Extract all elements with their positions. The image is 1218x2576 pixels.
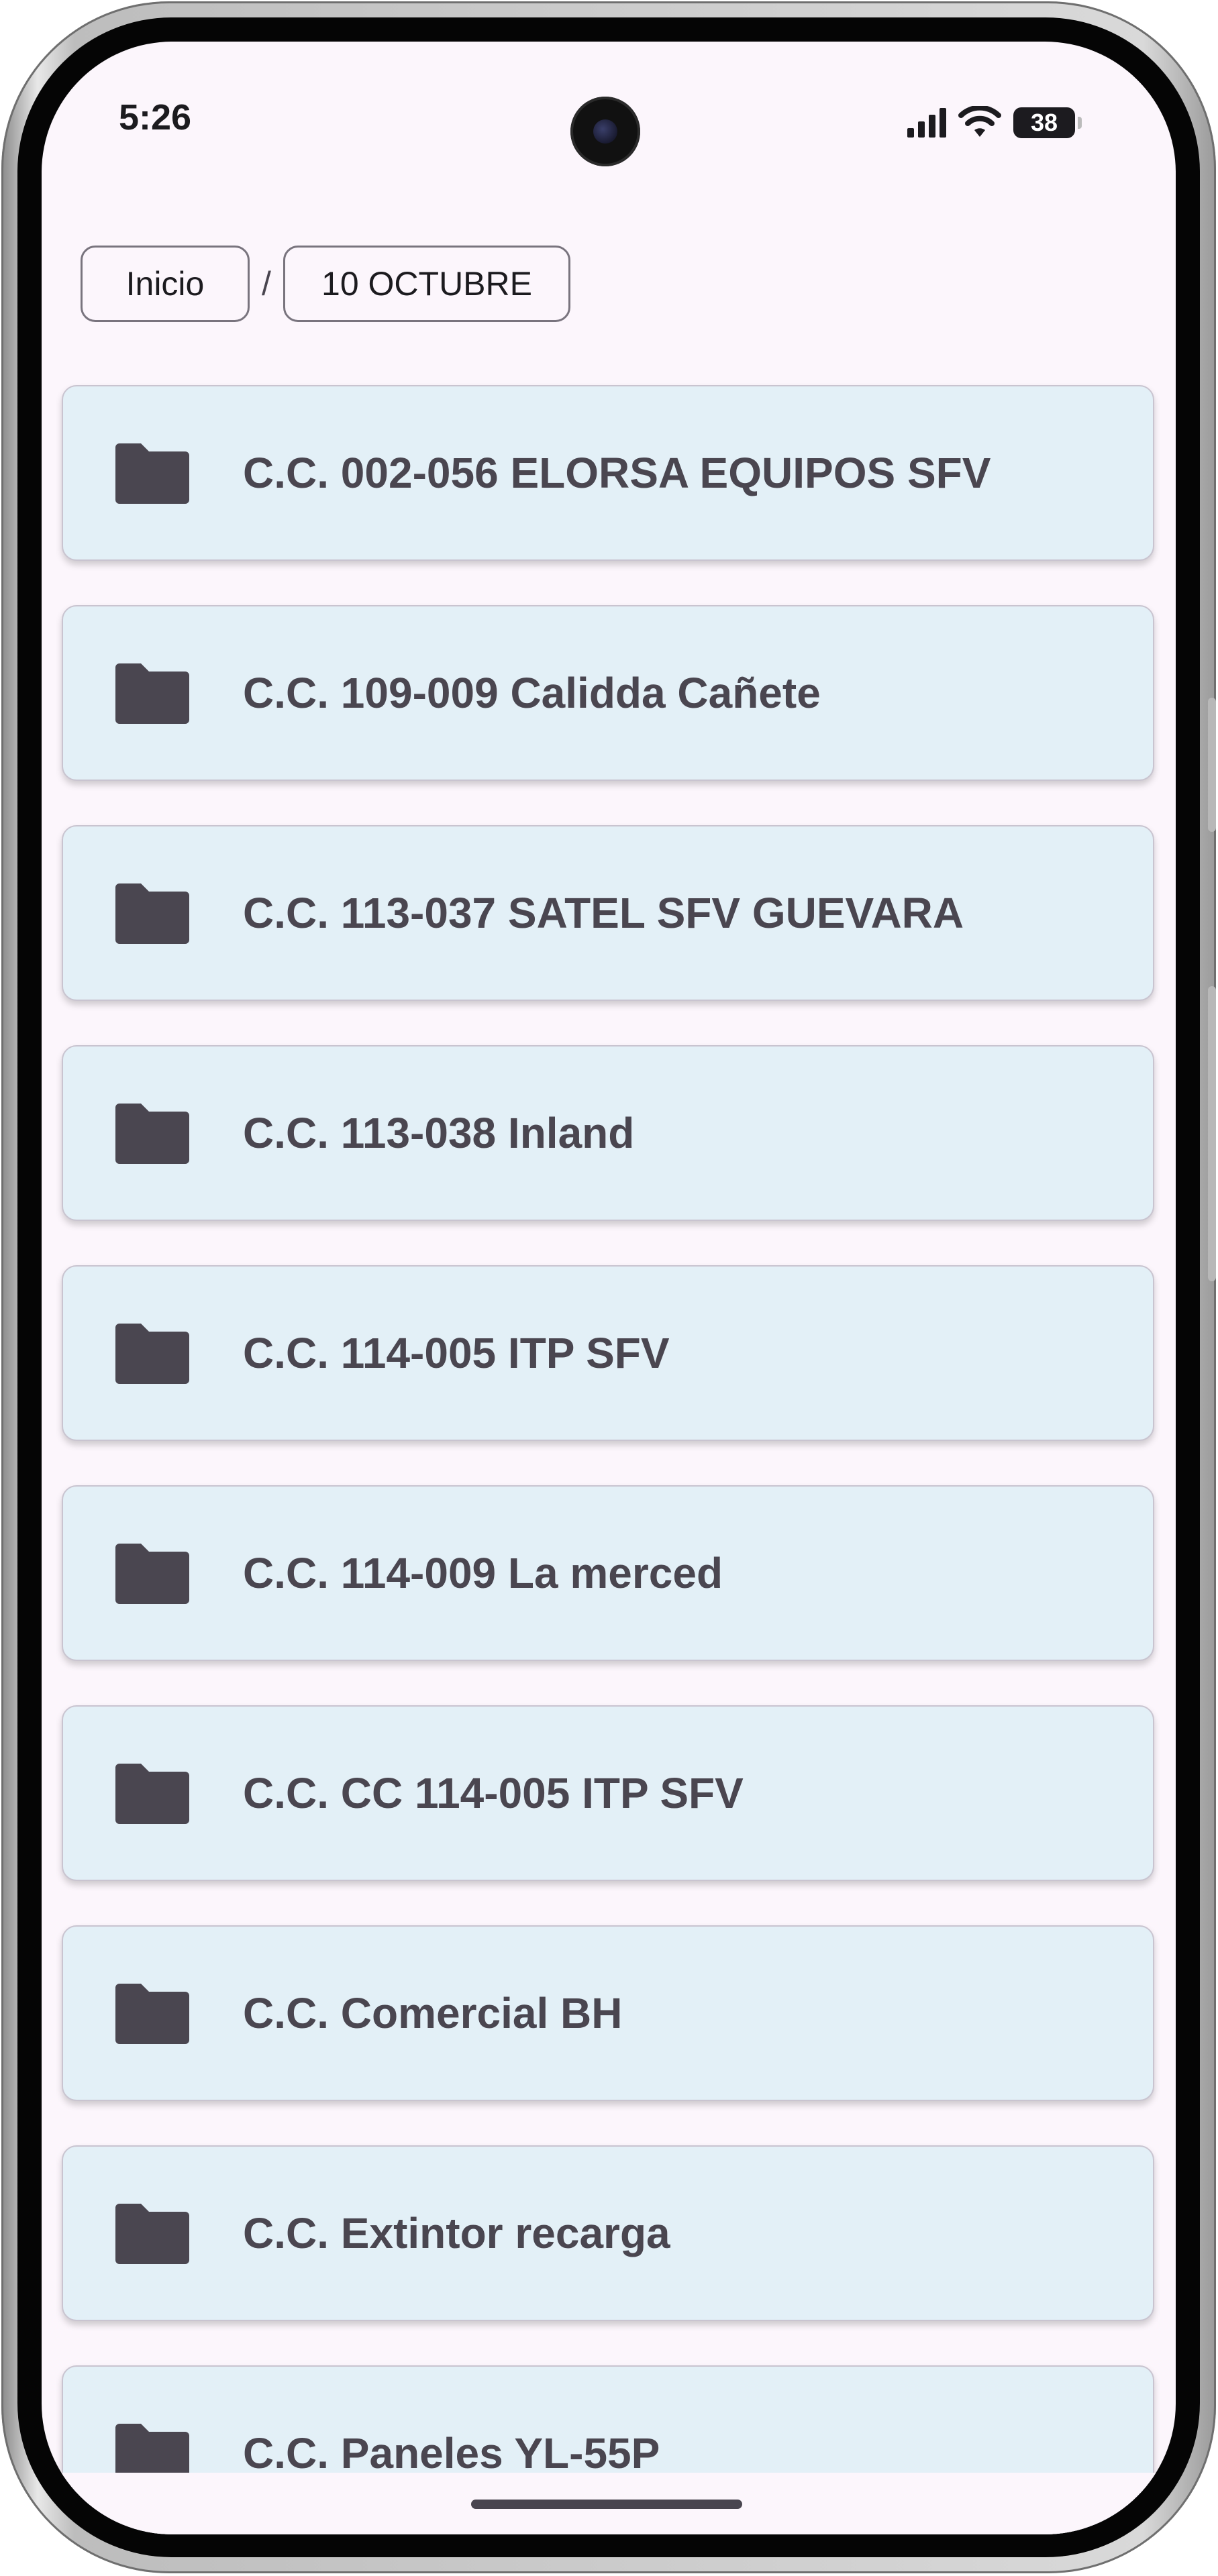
folder-label: C.C. 114-005 ITP SFV <box>243 1329 670 1377</box>
folder-label: C.C. 114-009 La merced <box>243 1549 723 1597</box>
folder-item[interactable]: C.C. 109-009 Calidda Cañete <box>62 605 1154 781</box>
folder-icon <box>115 443 189 504</box>
folder-label: C.C. 002-056 ELORSA EQUIPOS SFV <box>243 449 991 497</box>
folder-item[interactable]: C.C. 113-037 SATEL SFV GUEVARA <box>62 825 1154 1001</box>
folder-item[interactable]: C.C. 114-005 ITP SFV <box>62 1265 1154 1441</box>
folder-label: C.C. CC 114-005 ITP SFV <box>243 1769 744 1817</box>
folder-label: C.C. Extintor recarga <box>243 2209 670 2257</box>
folder-label: C.C. 113-038 Inland <box>243 1109 635 1157</box>
folder-label: C.C. Comercial BH <box>243 1989 623 2037</box>
front-camera <box>570 97 640 166</box>
volume-up-button <box>1208 698 1216 832</box>
status-bar: 5:26 38 <box>42 42 1176 209</box>
wifi-icon <box>958 106 1001 137</box>
folder-label: C.C. Paneles YL-55P <box>243 2429 660 2477</box>
folder-item[interactable]: C.C. 002-056 ELORSA EQUIPOS SFV <box>62 385 1154 561</box>
battery-level: 38 <box>1030 109 1058 136</box>
folder-item[interactable]: C.C. Extintor recarga <box>62 2145 1154 2321</box>
folder-label: C.C. 113-037 SATEL SFV GUEVARA <box>243 889 964 937</box>
folder-icon <box>115 663 189 724</box>
folder-label: C.C. 109-009 Calidda Cañete <box>243 669 821 717</box>
folder-icon <box>115 1764 189 1824</box>
status-icons: 38 <box>907 106 1082 140</box>
power-button <box>1208 986 1216 1281</box>
folder-item[interactable]: C.C. CC 114-005 ITP SFV <box>62 1705 1154 1881</box>
breadcrumb-current[interactable]: 10 OCTUBRE <box>283 246 570 322</box>
breadcrumb-home[interactable]: Inicio <box>81 246 250 322</box>
signal-icon <box>907 108 946 138</box>
folder-icon <box>115 1544 189 1604</box>
breadcrumb-separator: / <box>262 265 271 303</box>
folder-icon <box>115 1104 189 1164</box>
folder-list: C.C. 002-056 ELORSA EQUIPOS SFV C.C. 109… <box>62 385 1154 2534</box>
folder-icon <box>115 1324 189 1384</box>
app-screen: 5:26 38 Inicio / 10 OCTUBRE C.C. 002-056… <box>42 42 1176 2534</box>
status-time: 5:26 <box>119 97 192 138</box>
folder-icon <box>115 2204 189 2264</box>
breadcrumb: Inicio / 10 OCTUBRE <box>81 244 570 323</box>
home-indicator[interactable] <box>471 2500 742 2509</box>
folder-icon <box>115 883 189 944</box>
folder-item[interactable]: C.C. 114-009 La merced <box>62 1485 1154 1661</box>
folder-item[interactable]: C.C. Comercial BH <box>62 1925 1154 2101</box>
folder-icon <box>115 1984 189 2044</box>
battery-icon: 38 <box>1013 107 1082 138</box>
folder-item[interactable]: C.C. 113-038 Inland <box>62 1045 1154 1221</box>
